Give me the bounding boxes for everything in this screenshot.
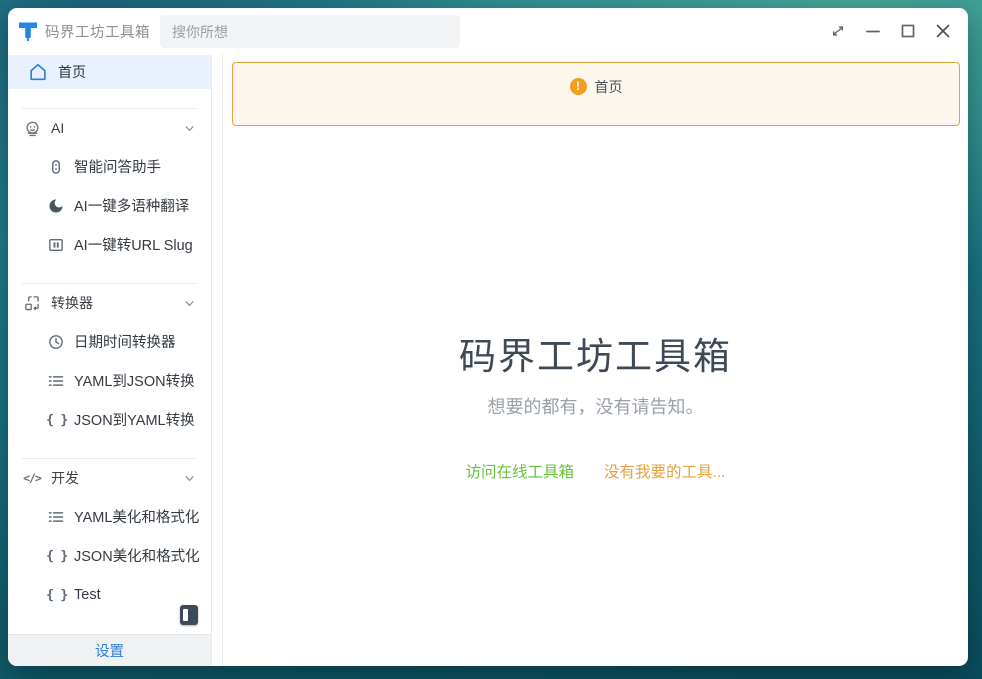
hero: 码界工坊工具箱 想要的都有，没有请告知。 访问在线工具箱 没有我要的工具... — [223, 326, 968, 482]
online-toolbox-link[interactable]: 访问在线工具箱 — [466, 460, 575, 482]
close-button[interactable] — [930, 18, 956, 44]
chat-bot-icon — [46, 157, 66, 177]
hero-links: 访问在线工具箱 没有我要的工具... — [223, 460, 968, 482]
chevron-down-icon — [179, 293, 199, 313]
sidebar-item-label: AI一键多语种翻译 — [74, 195, 189, 216]
home-icon — [28, 62, 48, 82]
sidebar-item-home[interactable]: 首页 — [8, 55, 211, 89]
chevron-down-icon — [179, 468, 199, 488]
sidebar-item-yaml-beautify[interactable]: YAML美化和格式化 — [8, 497, 211, 536]
clock-icon — [46, 332, 66, 352]
section-label: 转换器 — [51, 293, 93, 313]
sidebar: 首页 AI — [8, 54, 212, 666]
app-logo-icon — [16, 19, 40, 43]
minimize-button[interactable] — [860, 18, 886, 44]
expand-icon[interactable] — [825, 18, 851, 44]
content-row: 首页 AI — [8, 54, 968, 666]
warning-icon: ! — [570, 78, 587, 95]
sidebar-item-yaml-to-json[interactable]: YAML到JSON转换 — [8, 361, 211, 400]
sidebar-item-datetime-converter[interactable]: 日期时间转换器 — [8, 322, 211, 361]
list-icon — [46, 507, 66, 527]
window-controls — [825, 18, 968, 44]
sidebar-item-label: 首页 — [58, 62, 86, 82]
sidebar-item-label: YAML美化和格式化 — [74, 506, 199, 527]
sidebar-item-label: AI一键转URL Slug — [74, 234, 193, 255]
sidebar-nav: 首页 AI — [8, 54, 211, 634]
app-window: 码界工坊工具箱 — [8, 8, 968, 666]
section-label: 开发 — [51, 468, 79, 488]
alert-banner: ! 首页 — [232, 62, 960, 126]
code-icon: </> — [22, 471, 42, 485]
robot-icon — [22, 118, 42, 138]
braces-icon: { } — [46, 587, 66, 603]
request-tool-link[interactable]: 没有我要的工具... — [604, 460, 725, 482]
sidebar-item-label: Test — [74, 587, 101, 603]
hero-title: 码界工坊工具箱 — [223, 326, 968, 380]
sidebar-item-label: YAML到JSON转换 — [74, 370, 195, 391]
main-panel: ! 首页 码界工坊工具箱 想要的都有，没有请告知。 访问在线工具箱 没有我要的工… — [222, 54, 968, 666]
sidebar-item-qa-assistant[interactable]: 智能问答助手 — [8, 147, 211, 186]
settings-label: 设置 — [95, 640, 124, 661]
list-icon — [46, 371, 66, 391]
sidebar-section-ai[interactable]: AI — [8, 109, 211, 147]
settings-button[interactable]: 设置 — [8, 634, 211, 666]
sidebar-item-json-beautify[interactable]: { } JSON美化和格式化 — [8, 536, 211, 575]
mouse-cursor — [180, 605, 198, 625]
titlebar: 码界工坊工具箱 — [8, 8, 968, 54]
section-label: AI — [51, 120, 64, 136]
search-input[interactable] — [160, 15, 460, 48]
chevron-down-icon — [179, 118, 199, 138]
sidebar-item-url-slug[interactable]: AI一键转URL Slug — [8, 225, 211, 264]
braces-icon: { } — [46, 412, 66, 428]
sidebar-item-label: JSON到YAML转换 — [74, 409, 195, 430]
braces-icon: { } — [46, 548, 66, 564]
sidebar-item-label: JSON美化和格式化 — [74, 545, 200, 566]
hero-subtitle: 想要的都有，没有请告知。 — [223, 393, 968, 419]
sidebar-item-ai-translate[interactable]: AI一键多语种翻译 — [8, 186, 211, 225]
sidebar-item-label: 智能问答助手 — [74, 156, 161, 177]
transform-icon — [22, 293, 42, 313]
sidebar-item-label: 日期时间转换器 — [74, 331, 176, 352]
translate-moon-icon — [46, 196, 66, 216]
app-title: 码界工坊工具箱 — [45, 21, 150, 42]
slug-columns-icon — [46, 235, 66, 255]
sidebar-section-converters[interactable]: 转换器 — [8, 284, 211, 322]
alert-title: 首页 — [595, 78, 623, 125]
sidebar-item-json-to-yaml[interactable]: { } JSON到YAML转换 — [8, 400, 211, 439]
sidebar-section-dev[interactable]: </> 开发 — [8, 459, 211, 497]
maximize-button[interactable] — [895, 18, 921, 44]
